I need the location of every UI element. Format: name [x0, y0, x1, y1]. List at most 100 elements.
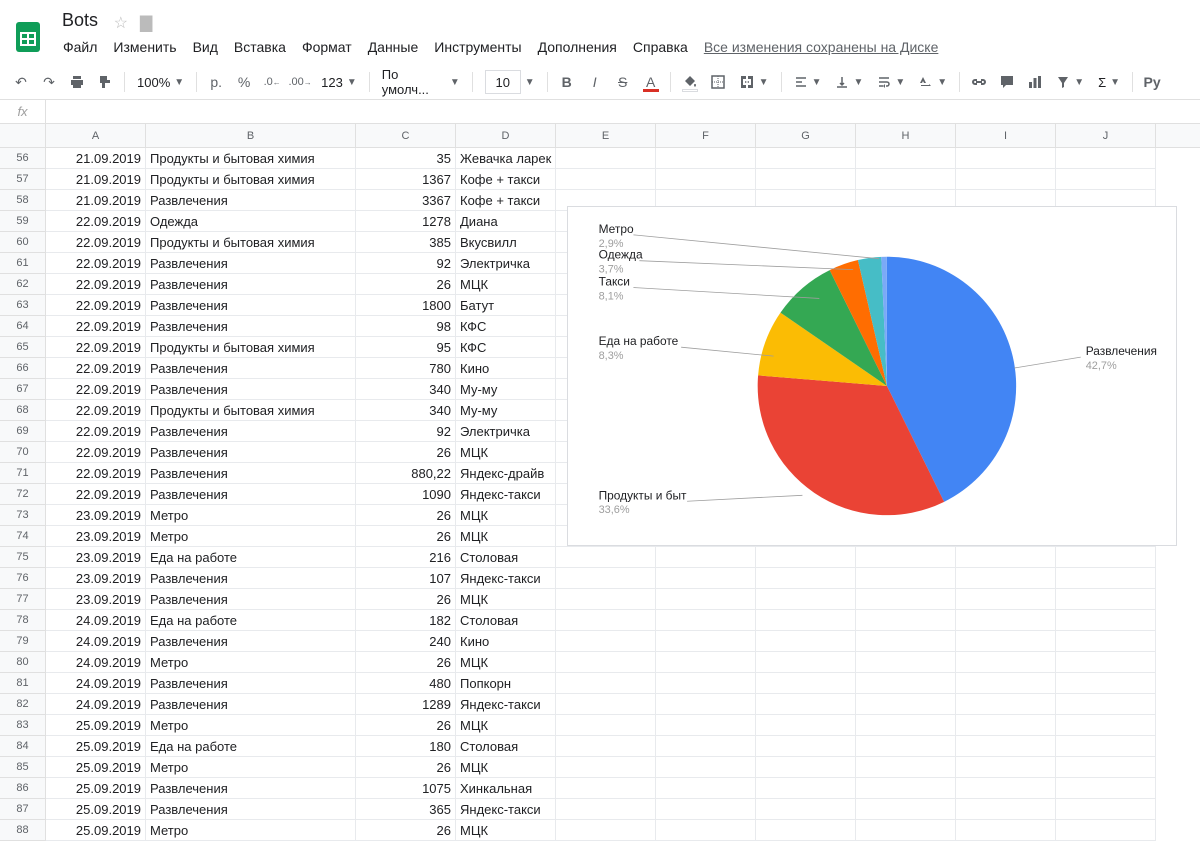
cell[interactable] [956, 799, 1056, 820]
cell[interactable] [556, 715, 656, 736]
cell[interactable] [656, 631, 756, 652]
menu-дополнения[interactable]: Дополнения [531, 35, 624, 59]
cell[interactable]: Яндекс-драйв [456, 463, 556, 484]
cell[interactable] [756, 547, 856, 568]
row-header[interactable]: 77 [0, 589, 46, 610]
cell[interactable]: Развлечения [146, 316, 356, 337]
star-icon[interactable]: ☆ [114, 13, 128, 33]
menu-данные[interactable]: Данные [361, 35, 426, 59]
increase-decimal-button[interactable]: .00→ [287, 69, 313, 95]
cell[interactable] [1056, 778, 1156, 799]
row-header[interactable]: 85 [0, 757, 46, 778]
cell[interactable] [756, 799, 856, 820]
cell[interactable]: 22.09.2019 [46, 442, 146, 463]
cell[interactable]: МЦК [456, 274, 556, 295]
cell[interactable]: 98 [356, 316, 456, 337]
cell[interactable] [656, 778, 756, 799]
paint-format-button[interactable] [92, 69, 118, 95]
menu-вставка[interactable]: Вставка [227, 35, 293, 59]
borders-button[interactable] [705, 69, 731, 95]
cell[interactable]: Развлечения [146, 442, 356, 463]
cell[interactable]: 22.09.2019 [46, 316, 146, 337]
cell[interactable] [656, 694, 756, 715]
cell[interactable]: 23.09.2019 [46, 526, 146, 547]
column-header-B[interactable]: B [146, 124, 356, 147]
cell[interactable] [556, 631, 656, 652]
cell[interactable]: 21.09.2019 [46, 190, 146, 211]
cell[interactable] [856, 631, 956, 652]
cell[interactable]: Продукты и бытовая химия [146, 169, 356, 190]
cell[interactable]: Метро [146, 526, 356, 547]
select-all-cell[interactable] [0, 124, 46, 147]
cell[interactable]: Продукты и бытовая химия [146, 232, 356, 253]
cell[interactable]: 26 [356, 442, 456, 463]
cell[interactable]: 23.09.2019 [46, 589, 146, 610]
cell[interactable]: 182 [356, 610, 456, 631]
cell[interactable] [956, 610, 1056, 631]
cell[interactable]: 24.09.2019 [46, 694, 146, 715]
currency-button[interactable]: р. [203, 69, 229, 95]
cell[interactable] [556, 694, 656, 715]
cell[interactable]: МЦК [456, 757, 556, 778]
row-header[interactable]: 78 [0, 610, 46, 631]
save-status[interactable]: Все изменения сохранены на Диске [697, 35, 946, 59]
cell[interactable]: 1800 [356, 295, 456, 316]
font-size-dropdown[interactable]: 10▼ [479, 69, 541, 95]
text-rotation-dropdown[interactable]: ▼ [913, 69, 953, 95]
cell[interactable]: Метро [146, 652, 356, 673]
italic-button[interactable]: I [582, 69, 608, 95]
zoom-dropdown[interactable]: 100%▼ [131, 69, 190, 95]
cell[interactable]: 25.09.2019 [46, 757, 146, 778]
number-format-dropdown[interactable]: 123▼ [315, 69, 363, 95]
cell[interactable] [1056, 736, 1156, 757]
cell[interactable]: Метро [146, 820, 356, 841]
cell[interactable] [556, 568, 656, 589]
cell[interactable]: Развлечения [146, 799, 356, 820]
font-dropdown[interactable]: По умолч...▼ [376, 69, 466, 95]
cell[interactable]: Кофе + такси [456, 190, 556, 211]
cell[interactable]: Развлечения [146, 589, 356, 610]
cell[interactable] [1056, 673, 1156, 694]
text-wrap-dropdown[interactable]: ▼ [871, 69, 911, 95]
redo-button[interactable]: ↷ [36, 69, 62, 95]
cell[interactable] [956, 547, 1056, 568]
cell[interactable]: Яндекс-такси [456, 484, 556, 505]
cell[interactable] [756, 820, 856, 841]
cell[interactable]: 22.09.2019 [46, 337, 146, 358]
cell[interactable] [756, 778, 856, 799]
cell[interactable]: Диана [456, 211, 556, 232]
row-header[interactable]: 67 [0, 379, 46, 400]
sheets-logo-icon[interactable] [8, 17, 48, 57]
cell[interactable] [756, 631, 856, 652]
cell[interactable]: 24.09.2019 [46, 610, 146, 631]
cell[interactable]: Развлечения [146, 358, 356, 379]
cell[interactable]: 24.09.2019 [46, 673, 146, 694]
cell[interactable]: Развлечения [146, 673, 356, 694]
row-header[interactable]: 88 [0, 820, 46, 841]
merge-cells-dropdown[interactable]: ▼ [733, 69, 775, 95]
row-header[interactable]: 86 [0, 778, 46, 799]
cell[interactable] [956, 757, 1056, 778]
cell[interactable] [1056, 631, 1156, 652]
cell[interactable] [756, 757, 856, 778]
print-button[interactable] [64, 69, 90, 95]
cell[interactable] [856, 589, 956, 610]
row-header[interactable]: 70 [0, 442, 46, 463]
folder-icon[interactable]: ▇ [140, 13, 152, 33]
cell[interactable] [756, 148, 856, 169]
cell[interactable]: 23.09.2019 [46, 505, 146, 526]
cell[interactable]: 26 [356, 652, 456, 673]
cell[interactable]: Еда на работе [146, 736, 356, 757]
column-header-E[interactable]: E [556, 124, 656, 147]
cell[interactable] [1056, 715, 1156, 736]
pie-chart[interactable]: Развлечения42,7%Продукты и быт33,6%Еда н… [567, 206, 1177, 546]
cell[interactable]: 1278 [356, 211, 456, 232]
cell[interactable] [656, 547, 756, 568]
cell[interactable]: Яндекс-такси [456, 568, 556, 589]
cell[interactable]: 22.09.2019 [46, 253, 146, 274]
row-header[interactable]: 79 [0, 631, 46, 652]
cell[interactable] [656, 610, 756, 631]
cell[interactable]: МЦК [456, 652, 556, 673]
cell[interactable] [956, 169, 1056, 190]
cell[interactable] [656, 148, 756, 169]
